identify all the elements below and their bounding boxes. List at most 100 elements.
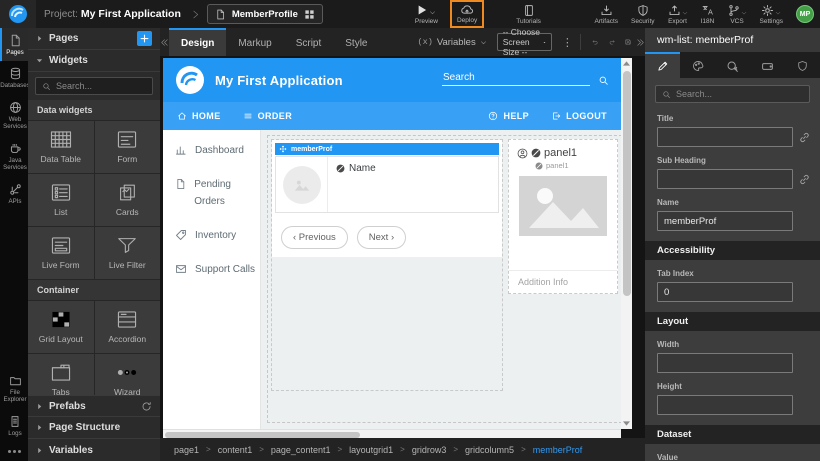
sidenav-pending-orders[interactable]: Pending Orders [175, 176, 260, 210]
screen-size-select[interactable]: -- Choose Screen Size -- [497, 33, 552, 51]
crumb-gridcolumn5[interactable]: gridcolumn5 [465, 445, 514, 455]
page-selector[interactable]: MemberProfile [207, 4, 323, 24]
nav-home[interactable]: HOME [177, 111, 221, 121]
more-options-icon[interactable]: ⋮ [562, 36, 573, 49]
collapse-left-icon[interactable] [160, 38, 169, 47]
collapse-right-icon[interactable] [636, 38, 645, 47]
width-field-input[interactable] [657, 353, 793, 373]
widget-wizard[interactable]: Wizard [95, 354, 161, 395]
crumb-layoutgrid1[interactable]: layoutgrid1 [349, 445, 393, 455]
deploy-button[interactable]: Deploy [457, 3, 477, 24]
gridcolumn-list[interactable]: memberProf [271, 139, 503, 391]
name-field-input[interactable] [657, 211, 793, 231]
scroll-down-icon[interactable] [621, 418, 632, 429]
rail-item-file-explorer[interactable]: File Explorer [0, 369, 28, 409]
next-button[interactable]: Next › [357, 226, 406, 249]
widget-accordion[interactable]: Accordion [95, 301, 161, 353]
widget-data-table[interactable]: Data Table [28, 121, 94, 173]
variables-dropdown[interactable]: (x) Variables [418, 37, 487, 48]
sidenav-dashboard[interactable]: Dashboard [175, 142, 260, 159]
bind-link-icon[interactable] [799, 174, 810, 185]
preview-button[interactable]: Preview [415, 4, 438, 25]
wavemaker-logo[interactable] [0, 0, 36, 28]
move-icon[interactable] [279, 145, 287, 153]
crumb-memberprof-current[interactable]: memberProf [533, 445, 583, 455]
list-widget-header[interactable]: memberProf [275, 143, 499, 155]
canvas-vertical-scrollbar[interactable] [621, 58, 632, 429]
tab-markup[interactable]: Markup [226, 28, 283, 56]
i18n-button[interactable]: A I18N [701, 4, 715, 25]
widget-search[interactable] [35, 77, 153, 95]
crumb-content1[interactable]: content1 [218, 445, 253, 455]
vcs-button[interactable]: VCS [728, 4, 747, 25]
widget-list[interactable]: List [28, 174, 94, 226]
height-field-input[interactable] [657, 395, 793, 415]
rail-item-logs[interactable]: Logs [0, 409, 28, 442]
nav-order[interactable]: ORDER [243, 111, 293, 121]
tutorials-button[interactable]: Tutorials [516, 4, 541, 25]
properties-search[interactable] [655, 85, 810, 103]
widgets-accordion[interactable]: Widgets [28, 50, 160, 72]
rail-item-apis[interactable]: APIs [0, 177, 28, 210]
security-button[interactable]: Security [631, 4, 654, 25]
tab-device[interactable] [750, 52, 785, 78]
nav-help[interactable]: HELP [488, 111, 529, 121]
widget-live-filter[interactable]: Live Filter [95, 227, 161, 279]
tab-design[interactable]: Design [169, 28, 226, 56]
tab-security[interactable] [785, 52, 820, 78]
tab-index-field-input[interactable] [657, 282, 793, 302]
rail-item-web-services[interactable]: Web Services [0, 95, 28, 136]
settings-button[interactable]: Settings [760, 4, 784, 25]
pages-accordion[interactable]: Pages [28, 28, 160, 50]
save-icon[interactable] [625, 36, 631, 48]
artifacts-button[interactable]: Artifacts [595, 4, 618, 25]
tab-styles[interactable] [680, 52, 715, 78]
widget-search-input[interactable] [56, 81, 146, 91]
panel1-widget[interactable]: panel1 panel1 Addition Info [508, 139, 618, 294]
widget-grid-layout[interactable]: Grid Layout [28, 301, 94, 353]
undo-icon[interactable] [592, 36, 598, 48]
app-search-input[interactable] [442, 70, 590, 86]
scrollbar-thumb[interactable] [165, 432, 360, 438]
sidenav-inventory[interactable]: Inventory [175, 227, 260, 244]
tab-events[interactable] [715, 52, 750, 78]
widget-tabs[interactable]: Tabs [28, 354, 94, 395]
previous-button[interactable]: ‹ Previous [281, 226, 348, 249]
nav-logout[interactable]: LOGOUT [551, 111, 607, 121]
dataset-section-header[interactable]: Dataset [645, 425, 820, 444]
export-button[interactable]: Export [668, 4, 688, 25]
layout-section-header[interactable]: Layout [645, 312, 820, 331]
tab-script[interactable]: Script [284, 28, 334, 56]
refresh-icon[interactable] [141, 401, 152, 412]
redo-icon[interactable] [609, 36, 615, 48]
crumb-page-content1[interactable]: page_content1 [271, 445, 331, 455]
sidenav-support-calls[interactable]: Support Calls [175, 261, 260, 278]
tab-properties[interactable] [645, 52, 680, 78]
crumb-gridrow3[interactable]: gridrow3 [412, 445, 447, 455]
sub-heading-field-input[interactable] [657, 169, 793, 189]
search-icon[interactable] [598, 75, 609, 86]
widget-live-form[interactable]: Live Form [28, 227, 94, 279]
rail-item-databases[interactable]: Databases [0, 61, 28, 94]
canvas-horizontal-scrollbar[interactable] [163, 429, 621, 438]
variables-accordion[interactable]: Variables [28, 439, 160, 461]
prefabs-accordion[interactable]: Prefabs [28, 395, 160, 417]
tab-style[interactable]: Style [333, 28, 379, 56]
scroll-up-icon[interactable] [621, 58, 632, 69]
rail-more-button[interactable] [0, 442, 28, 461]
scrollbar-thumb[interactable] [623, 71, 631, 296]
pages-grid-icon[interactable] [304, 9, 315, 20]
rail-item-pages[interactable]: Pages [0, 28, 28, 61]
accessibility-section-header[interactable]: Accessibility [645, 241, 820, 260]
list-item[interactable]: Name [275, 156, 499, 213]
bind-link-icon[interactable] [799, 132, 810, 143]
add-page-button[interactable] [137, 31, 152, 46]
page-structure-accordion[interactable]: Page Structure [28, 417, 160, 439]
widget-form[interactable]: Form [95, 121, 161, 173]
rail-item-java-services[interactable]: Java Services [0, 136, 28, 177]
properties-search-input[interactable] [676, 89, 803, 99]
layout-grid-selection[interactable]: memberProf [267, 135, 621, 423]
widget-cards[interactable]: Cards [95, 174, 161, 226]
title-field-input[interactable] [657, 127, 793, 147]
crumb-page1[interactable]: page1 [174, 445, 199, 455]
